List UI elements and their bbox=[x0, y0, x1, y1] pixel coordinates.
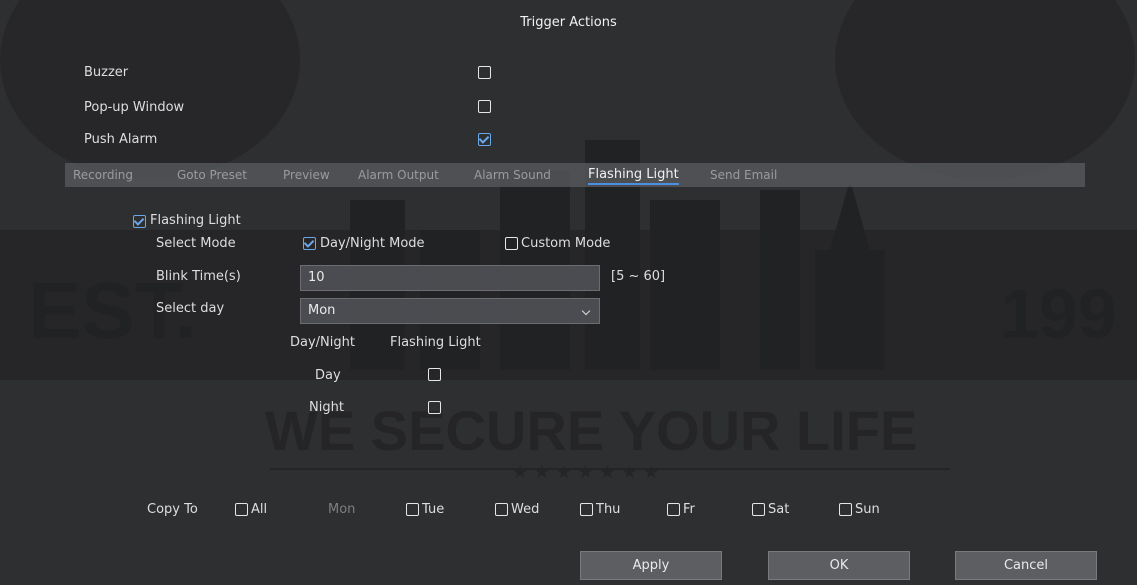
chevron-down-icon bbox=[581, 306, 591, 316]
row-day-label: Day bbox=[315, 368, 341, 383]
copy-sat-checkbox[interactable] bbox=[752, 503, 765, 516]
apply-button[interactable]: Apply bbox=[580, 551, 722, 580]
copy-thu-label: Thu bbox=[596, 502, 621, 517]
blink-time-range: [5 ~ 60] bbox=[611, 269, 666, 284]
copy-fri-checkbox[interactable] bbox=[667, 503, 680, 516]
popup-window-checkbox[interactable] bbox=[478, 100, 491, 113]
tab-goto-preset[interactable]: Goto Preset bbox=[177, 163, 247, 187]
tab-send-email[interactable]: Send Email bbox=[710, 163, 777, 187]
trigger-actions-dialog: Trigger Actions Buzzer Pop-up Window Pus… bbox=[0, 0, 1137, 585]
select-day-value: Mon bbox=[308, 303, 336, 318]
blink-time-label: Blink Time(s) bbox=[156, 269, 241, 284]
select-day-dropdown[interactable]: Mon bbox=[300, 298, 600, 324]
copy-all-label: All bbox=[251, 502, 268, 517]
push-alarm-label: Push Alarm bbox=[84, 132, 158, 147]
copy-sat-label: Sat bbox=[768, 502, 790, 517]
day-night-mode-checkbox[interactable] bbox=[303, 237, 316, 250]
push-alarm-checkbox[interactable] bbox=[478, 133, 491, 146]
copy-all-checkbox[interactable] bbox=[235, 503, 248, 516]
buzzer-label: Buzzer bbox=[84, 65, 129, 80]
tab-alarm-output[interactable]: Alarm Output bbox=[358, 163, 439, 187]
copy-tue-label: Tue bbox=[422, 502, 445, 517]
copy-tue-checkbox[interactable] bbox=[406, 503, 419, 516]
table-header-day-night: Day/Night bbox=[290, 335, 355, 350]
ok-button[interactable]: OK bbox=[768, 551, 910, 580]
flashing-light-enable-checkbox[interactable] bbox=[133, 215, 146, 228]
custom-mode-label: Custom Mode bbox=[521, 236, 611, 251]
blink-time-input[interactable]: 10 bbox=[300, 265, 600, 291]
copy-wed-checkbox[interactable] bbox=[495, 503, 508, 516]
copy-sun-checkbox[interactable] bbox=[839, 503, 852, 516]
copy-current-day-label: Mon bbox=[328, 502, 356, 517]
row-night-label: Night bbox=[309, 400, 344, 415]
custom-mode-checkbox[interactable] bbox=[505, 237, 518, 250]
action-tabs: Recording Goto Preset Preview Alarm Outp… bbox=[65, 163, 1085, 187]
table-header-flashing-light: Flashing Light bbox=[390, 335, 481, 350]
tab-recording[interactable]: Recording bbox=[73, 163, 133, 187]
tab-preview[interactable]: Preview bbox=[283, 163, 330, 187]
day-night-mode-label: Day/Night Mode bbox=[320, 236, 425, 251]
select-day-label: Select day bbox=[156, 301, 225, 316]
cancel-button[interactable]: Cancel bbox=[955, 551, 1097, 580]
copy-fri-label: Fr bbox=[683, 502, 695, 517]
popup-window-label: Pop-up Window bbox=[84, 100, 185, 115]
select-mode-label: Select Mode bbox=[156, 236, 236, 251]
buzzer-checkbox[interactable] bbox=[478, 66, 491, 79]
copy-wed-label: Wed bbox=[511, 502, 540, 517]
tab-alarm-sound[interactable]: Alarm Sound bbox=[474, 163, 551, 187]
copy-to-label: Copy To bbox=[147, 502, 198, 517]
copy-thu-checkbox[interactable] bbox=[580, 503, 593, 516]
copy-sun-label: Sun bbox=[855, 502, 880, 517]
flashing-light-enable-label: Flashing Light bbox=[150, 213, 241, 228]
dialog-title: Trigger Actions bbox=[520, 15, 617, 30]
row-day-checkbox[interactable] bbox=[428, 368, 441, 381]
row-night-checkbox[interactable] bbox=[428, 401, 441, 414]
tab-flashing-light[interactable]: Flashing Light bbox=[588, 163, 679, 187]
